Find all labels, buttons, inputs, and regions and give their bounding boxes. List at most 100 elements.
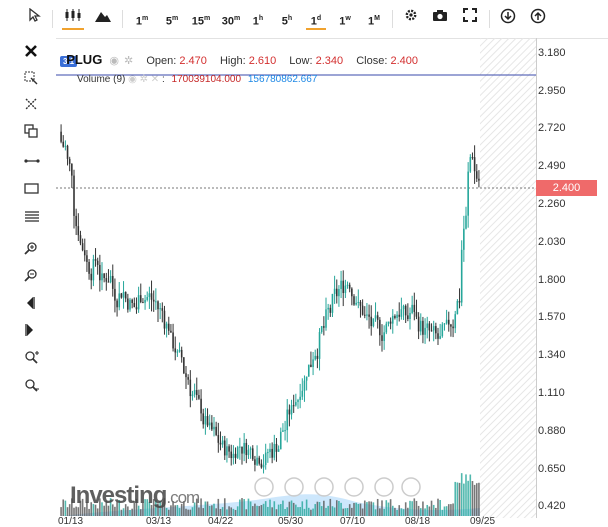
- price-chart[interactable]: [56, 38, 537, 518]
- candle-body: [475, 171, 478, 179]
- candle-body: [170, 330, 172, 333]
- zoom-reset-icon[interactable]: [24, 350, 44, 370]
- scroll-left-icon[interactable]: [24, 296, 44, 316]
- volume-bar: [454, 481, 457, 516]
- candle-body: [398, 314, 401, 317]
- candle-body: [368, 314, 370, 317]
- eye-icon[interactable]: ◉: [109, 55, 119, 67]
- volume-bar: [256, 505, 258, 516]
- candle-body: [413, 304, 416, 312]
- volume-bar: [273, 501, 276, 516]
- volume-bar: [120, 509, 123, 516]
- volume-bar: [450, 504, 452, 516]
- interval-1d[interactable]: 1d: [306, 8, 326, 30]
- candle-body: [428, 323, 431, 331]
- volume-bar: [228, 506, 230, 516]
- candle-body: [363, 314, 366, 316]
- price-tick: 2.030: [538, 235, 566, 248]
- candle-body: [290, 405, 293, 415]
- volume-bar: [391, 505, 394, 516]
- cursor-icon[interactable]: [28, 7, 42, 30]
- interval-30m[interactable]: 30m: [220, 8, 242, 30]
- candle-body: [163, 310, 166, 329]
- candle-body: [204, 416, 207, 425]
- volume-bar: [316, 501, 319, 516]
- interval-5h[interactable]: 5h: [280, 8, 294, 30]
- candle-body: [159, 308, 161, 310]
- scroll-right-icon[interactable]: [24, 323, 44, 343]
- volume-bar: [241, 498, 243, 516]
- mountain-icon[interactable]: [94, 8, 112, 30]
- candle-body: [256, 457, 258, 465]
- candle-body: [435, 326, 437, 334]
- volume-bar: [267, 506, 269, 516]
- candle-body: [417, 316, 420, 332]
- candle-body: [372, 318, 375, 327]
- interval-5m[interactable]: 5m: [163, 8, 181, 30]
- gear-icon[interactable]: [402, 8, 420, 30]
- volume-bar: [251, 506, 254, 516]
- date-tick: 08/18: [405, 516, 431, 527]
- upload-icon[interactable]: [528, 8, 548, 30]
- interval-1M[interactable]: 1M: [366, 8, 382, 30]
- candles-icon[interactable]: [62, 8, 84, 30]
- zoom-in-icon[interactable]: [24, 241, 44, 261]
- volume-label: Volume (9): [77, 74, 126, 85]
- price-tick: 1.570: [538, 311, 566, 324]
- candle-body: [355, 302, 357, 305]
- candle-body: [96, 260, 99, 265]
- volume-bar: [284, 508, 286, 516]
- rectangle-icon[interactable]: [24, 183, 44, 203]
- date-tick: 09/25: [470, 516, 496, 527]
- interval-1w[interactable]: 1w: [337, 8, 353, 30]
- candle-body: [127, 298, 129, 310]
- trendline-icon[interactable]: [24, 156, 44, 176]
- candle-body: [111, 275, 114, 289]
- volume-bar: [236, 506, 239, 516]
- candle-body: [122, 292, 125, 298]
- volume-bar: [366, 502, 368, 516]
- candle-body: [307, 364, 310, 377]
- zoom-fit-icon[interactable]: [24, 378, 44, 398]
- candle-body: [249, 448, 252, 450]
- close-icon[interactable]: [24, 44, 44, 64]
- copy-icon[interactable]: [24, 124, 44, 144]
- settings-small-icon[interactable]: ✲: [124, 55, 133, 67]
- fullscreen-icon[interactable]: [461, 8, 479, 30]
- volume-bar: [370, 501, 373, 516]
- fib-icon[interactable]: [24, 211, 44, 231]
- volume-eye-icon[interactable]: ◉ ✲ ✕: [128, 74, 159, 85]
- candle-body: [239, 446, 241, 448]
- candle-body: [202, 413, 205, 425]
- candle-body: [81, 243, 84, 251]
- interval-15m[interactable]: 15m: [190, 8, 212, 30]
- candle-body: [161, 308, 164, 311]
- candle-body: [142, 302, 144, 304]
- candle-body: [260, 463, 263, 468]
- camera-icon[interactable]: [430, 8, 450, 30]
- volume-bar: [303, 508, 306, 516]
- volume-bar: [264, 501, 267, 516]
- volume-bar: [402, 509, 405, 516]
- interval-1h[interactable]: 1h: [251, 8, 265, 30]
- volume-bar: [478, 482, 480, 516]
- zoom-out-icon[interactable]: [24, 268, 44, 288]
- candle-body: [232, 453, 235, 459]
- volume-bar: [355, 502, 357, 516]
- candle-body: [460, 249, 463, 303]
- investing-logo: Investing.com: [70, 482, 200, 509]
- volume-bar: [271, 507, 273, 516]
- download-icon[interactable]: [498, 8, 518, 30]
- crosshair-icon[interactable]: [24, 71, 44, 91]
- candle-body: [471, 157, 474, 159]
- volume-bar: [398, 505, 401, 516]
- volume-bar: [452, 503, 454, 516]
- volume-bar: [357, 503, 360, 516]
- candle-body: [379, 319, 381, 336]
- interval-1m[interactable]: 1m: [134, 8, 150, 30]
- magnet-icon[interactable]: [24, 97, 44, 117]
- volume-bar: [211, 505, 213, 516]
- close-label: Close:: [356, 55, 388, 67]
- candle-body: [478, 178, 480, 181]
- volume-bar: [400, 508, 403, 516]
